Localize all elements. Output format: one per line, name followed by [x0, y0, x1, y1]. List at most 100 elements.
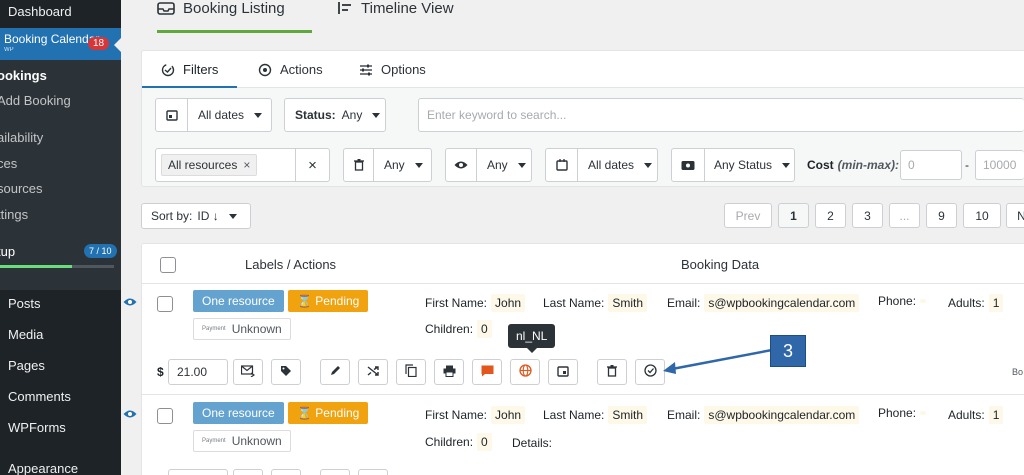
chevron-down-icon [372, 112, 381, 118]
change-resource-button[interactable] [358, 469, 388, 475]
email-value: s@wpbookingcalendar.com [704, 294, 860, 312]
resources-select[interactable]: All resources × × [155, 148, 330, 182]
children-label: Children: [425, 322, 474, 336]
trash-booking-button[interactable] [597, 359, 627, 385]
trash-filter-dropdown[interactable]: Any [343, 148, 432, 182]
tab-options[interactable]: Options [359, 62, 426, 77]
sidebar-sub-settings[interactable]: ttings [0, 207, 28, 222]
remove-tag-icon[interactable]: × [243, 158, 250, 172]
print-button[interactable] [434, 359, 464, 385]
sidebar-dashboard[interactable]: Dashboard [8, 4, 121, 19]
cost-min-input[interactable]: 0 [900, 150, 962, 180]
sidebar-wpforms[interactable]: WPForms [8, 420, 66, 435]
admin-sidebar: Dashboard Booking Calendar WP 18 ookings… [0, 0, 121, 475]
sliders-icon [359, 63, 373, 77]
status-value: Any [341, 108, 363, 122]
row-checkbox[interactable] [157, 408, 173, 424]
pagination-page-9[interactable]: 9 [926, 203, 957, 228]
adults-value: 1 [988, 294, 1004, 312]
resource-label[interactable]: One resource [193, 290, 284, 312]
sidebar-media[interactable]: Media [8, 327, 43, 342]
setup-progress-badge: 7 / 10 [84, 244, 117, 258]
dates-dropdown-value: All dates [198, 108, 245, 122]
sidebar-sub-bookings[interactable]: ookings [0, 68, 47, 83]
send-payment-request-button[interactable] [233, 469, 263, 475]
dates-dropdown[interactable]: All dates [155, 98, 272, 132]
cost-input[interactable] [168, 469, 228, 475]
sidebar-submenu: ookings Add Booking ailability ces sourc… [0, 60, 121, 290]
select-all-checkbox[interactable] [160, 257, 176, 273]
sidebar-comments[interactable]: Comments [8, 389, 71, 404]
sidebar-pages[interactable]: Pages [8, 358, 45, 373]
edit-booking-button[interactable] [320, 469, 350, 475]
filter-icon [161, 63, 175, 77]
labels-button[interactable] [271, 359, 301, 385]
comment-icon [481, 365, 494, 380]
labels-button[interactable] [271, 469, 301, 475]
sort-value: ID ↓ [197, 209, 219, 223]
payment-status-dropdown[interactable]: Any Status [671, 148, 795, 182]
inbox-icon [157, 0, 175, 16]
status-badge-label: Pending [315, 294, 360, 308]
adults-value: 1 [988, 406, 1004, 424]
sidebar-sub-setup[interactable]: tup [0, 244, 15, 259]
tab-filters[interactable]: Filters [161, 62, 218, 77]
pagination-page-3[interactable]: 3 [852, 203, 883, 228]
last-name-field: Last Name: Smith [543, 406, 648, 424]
payment-label: Payment [202, 326, 226, 332]
calendar-icon [557, 365, 569, 380]
sort-label: Sort by: [151, 209, 193, 223]
duplicate-booking-button[interactable] [396, 359, 426, 385]
sidebar-sub-resources[interactable]: sources [0, 181, 43, 196]
booking-dates-dropdown[interactable]: All dates [545, 148, 658, 182]
eye-icon [446, 149, 477, 181]
cost-input[interactable]: 21.00 [168, 359, 228, 385]
pagination-page-10[interactable]: 10 [963, 203, 1001, 228]
pagination-page-1[interactable]: 1 [778, 203, 809, 228]
change-dates-button[interactable] [548, 359, 578, 385]
phone-field: Phone: [878, 406, 927, 420]
sort-dropdown[interactable]: Sort by: ID ↓ [141, 203, 251, 229]
payment-status-value: Any Status [714, 158, 773, 172]
pagination-next[interactable]: N [1006, 203, 1024, 228]
sidebar-posts[interactable]: Posts [8, 296, 41, 311]
currency-symbol: $ [157, 365, 164, 379]
tab-actions[interactable]: Actions [258, 62, 323, 77]
tab-options-label: Options [381, 62, 426, 77]
row-checkbox[interactable] [157, 296, 173, 312]
notes-button[interactable] [472, 359, 502, 385]
eye-icon[interactable] [123, 409, 137, 419]
cost-max-input[interactable]: 10000 [975, 150, 1024, 180]
change-resource-button[interactable] [358, 359, 388, 385]
phone-field: Phone: [878, 294, 927, 308]
sidebar-sub-availability[interactable]: ailability [0, 130, 43, 145]
last-name-label: Last Name: [543, 296, 605, 310]
eye-icon[interactable] [123, 297, 137, 307]
status-dropdown[interactable]: Status: Any [284, 98, 386, 132]
children-value: 0 [477, 320, 492, 338]
cost-dash: - [965, 158, 969, 172]
pagination-prev[interactable]: Prev [724, 203, 772, 228]
status-badge[interactable]: ⌛ Pending [288, 290, 369, 312]
sidebar-sub-add-booking[interactable]: Add Booking [0, 93, 71, 108]
search-input[interactable]: Enter keyword to search... [418, 98, 1024, 132]
edit-booking-button[interactable] [320, 359, 350, 385]
notification-badge: 18 [88, 37, 110, 50]
tab-booking-listing[interactable]: Booking Listing [157, 0, 312, 33]
change-locale-button[interactable] [510, 359, 540, 385]
clear-resources-button[interactable]: × [295, 149, 329, 181]
timeline-icon [337, 0, 353, 16]
sidebar-booking-calendar[interactable]: Booking Calendar WP 18 [0, 28, 121, 62]
sidebar-appearance[interactable]: Appearance [8, 461, 78, 475]
resource-label[interactable]: One resource [193, 402, 284, 424]
send-payment-request-button[interactable] [233, 359, 263, 385]
sidebar-sub-prices[interactable]: ces [0, 156, 17, 171]
cost-hint: (min-max): [837, 158, 900, 172]
print-icon [443, 365, 456, 380]
tab-timeline-view[interactable]: Timeline View [337, 0, 454, 33]
cost-max-placeholder: 10000 [983, 158, 1017, 172]
last-name-label: Last Name: [543, 408, 605, 422]
status-badge[interactable]: ⌛ Pending [288, 402, 369, 424]
read-filter-dropdown[interactable]: Any [445, 148, 532, 182]
pagination-page-2[interactable]: 2 [815, 203, 846, 228]
